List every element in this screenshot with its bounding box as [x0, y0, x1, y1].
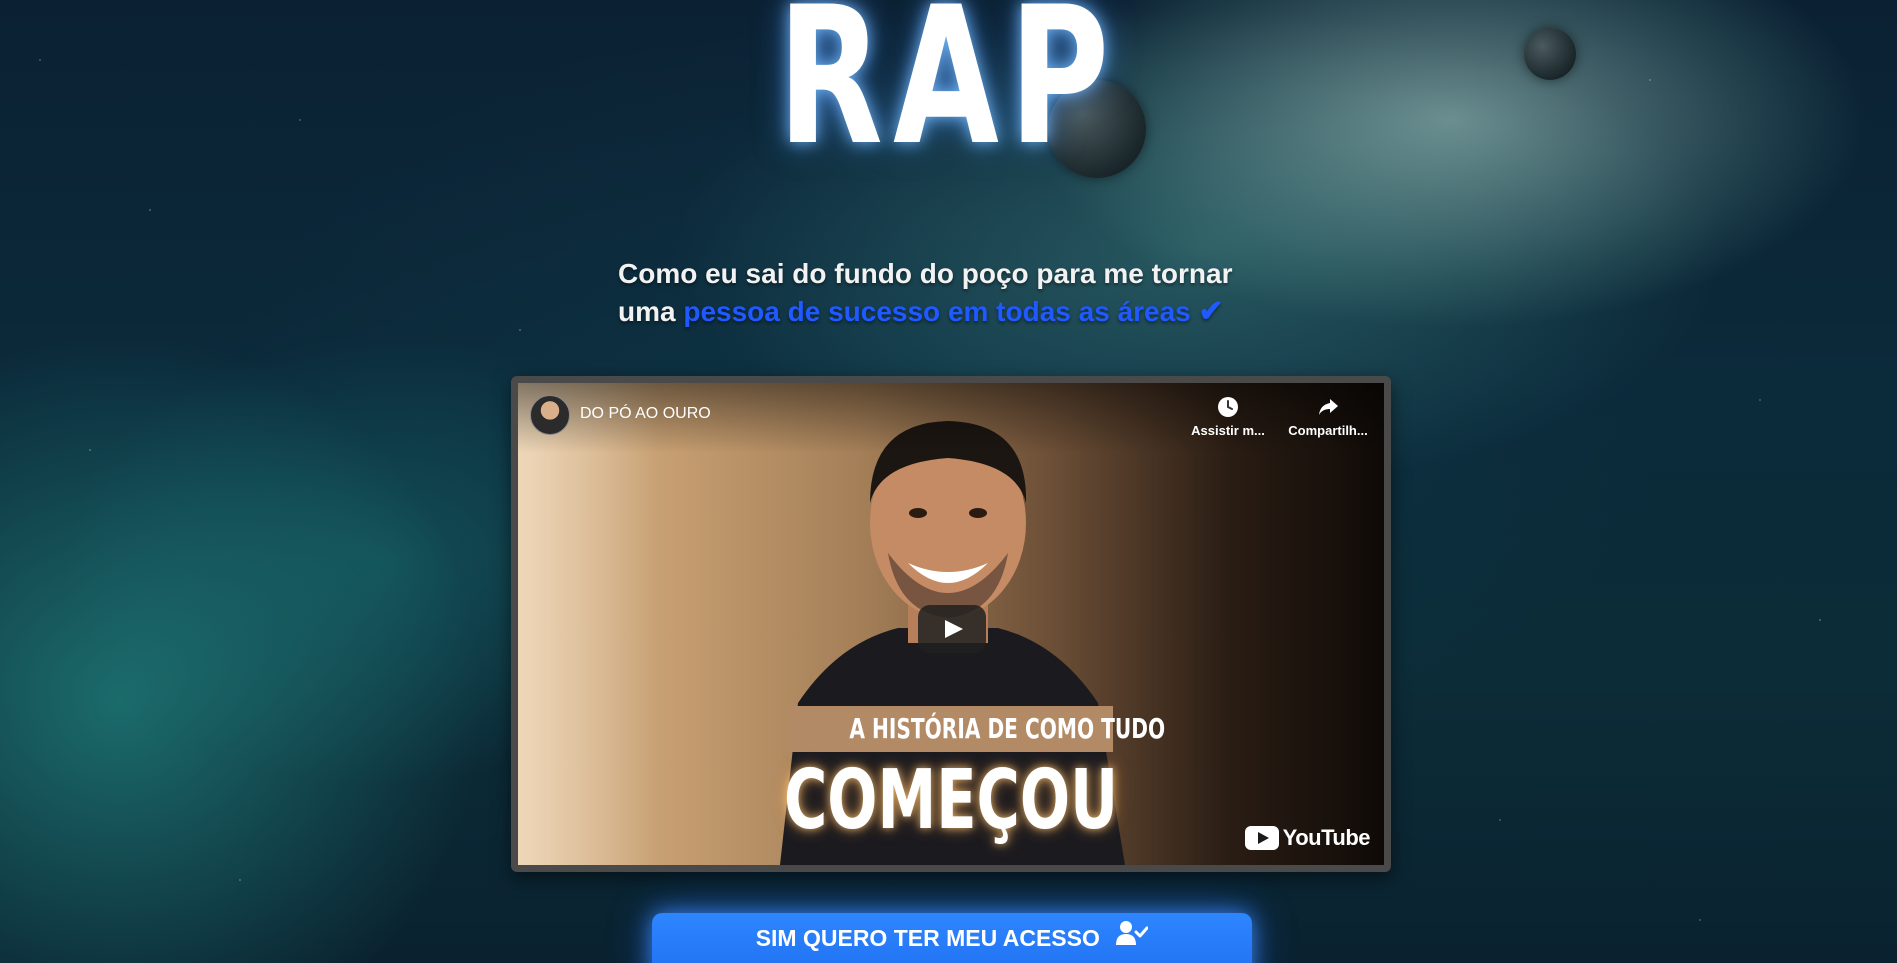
headline-line-2: uma pessoa de sucesso em todas as áreas …	[618, 293, 1278, 331]
landing-page: RAP Como eu sai do fundo do poço para me…	[0, 0, 1897, 963]
headline-prefix: uma	[618, 296, 676, 327]
user-check-icon	[1116, 913, 1149, 963]
video-player[interactable]: DO PÓ AO OURO Assistir m... Compartilh..…	[518, 383, 1384, 865]
share-arrow-icon	[1273, 395, 1383, 419]
channel-avatar[interactable]	[530, 395, 570, 435]
watch-later-label: Assistir m...	[1191, 423, 1265, 438]
youtube-logo-text: YouTube	[1282, 825, 1371, 850]
hero-title: RAP	[777, 0, 1120, 187]
video-top-bar: DO PÓ AO OURO Assistir m... Compartilh..…	[518, 383, 1384, 453]
video-embed-frame: DO PÓ AO OURO Assistir m... Compartilh..…	[511, 376, 1391, 872]
share-label: Compartilh...	[1288, 423, 1368, 438]
play-button[interactable]	[918, 605, 986, 653]
headline-line-1: Como eu sai do fundo do poço para me tor…	[618, 258, 1233, 289]
watch-later-button[interactable]: Assistir m...	[1173, 395, 1283, 438]
youtube-play-icon	[1244, 826, 1279, 850]
check-icon: ✔	[1198, 295, 1224, 328]
cta-label: SIM QUERO TER MEU ACESSO	[755, 925, 1100, 951]
headline: Como eu sai do fundo do poço para me tor…	[618, 255, 1278, 331]
youtube-logo[interactable]: YouTube	[1244, 825, 1371, 851]
headline-highlight: pessoa de sucesso em todas as áreas	[683, 296, 1191, 327]
thumbnail-caption-main: COMEÇOU	[783, 753, 1118, 848]
share-button[interactable]: Compartilh...	[1273, 395, 1383, 438]
thumbnail-caption-top: A HISTÓRIA DE COMO TUDO	[788, 706, 1165, 752]
access-cta-button[interactable]: SIM QUERO TER MEU ACESSO	[652, 913, 1252, 963]
channel-name[interactable]: DO PÓ AO OURO	[580, 405, 711, 423]
clock-icon	[1173, 395, 1283, 419]
